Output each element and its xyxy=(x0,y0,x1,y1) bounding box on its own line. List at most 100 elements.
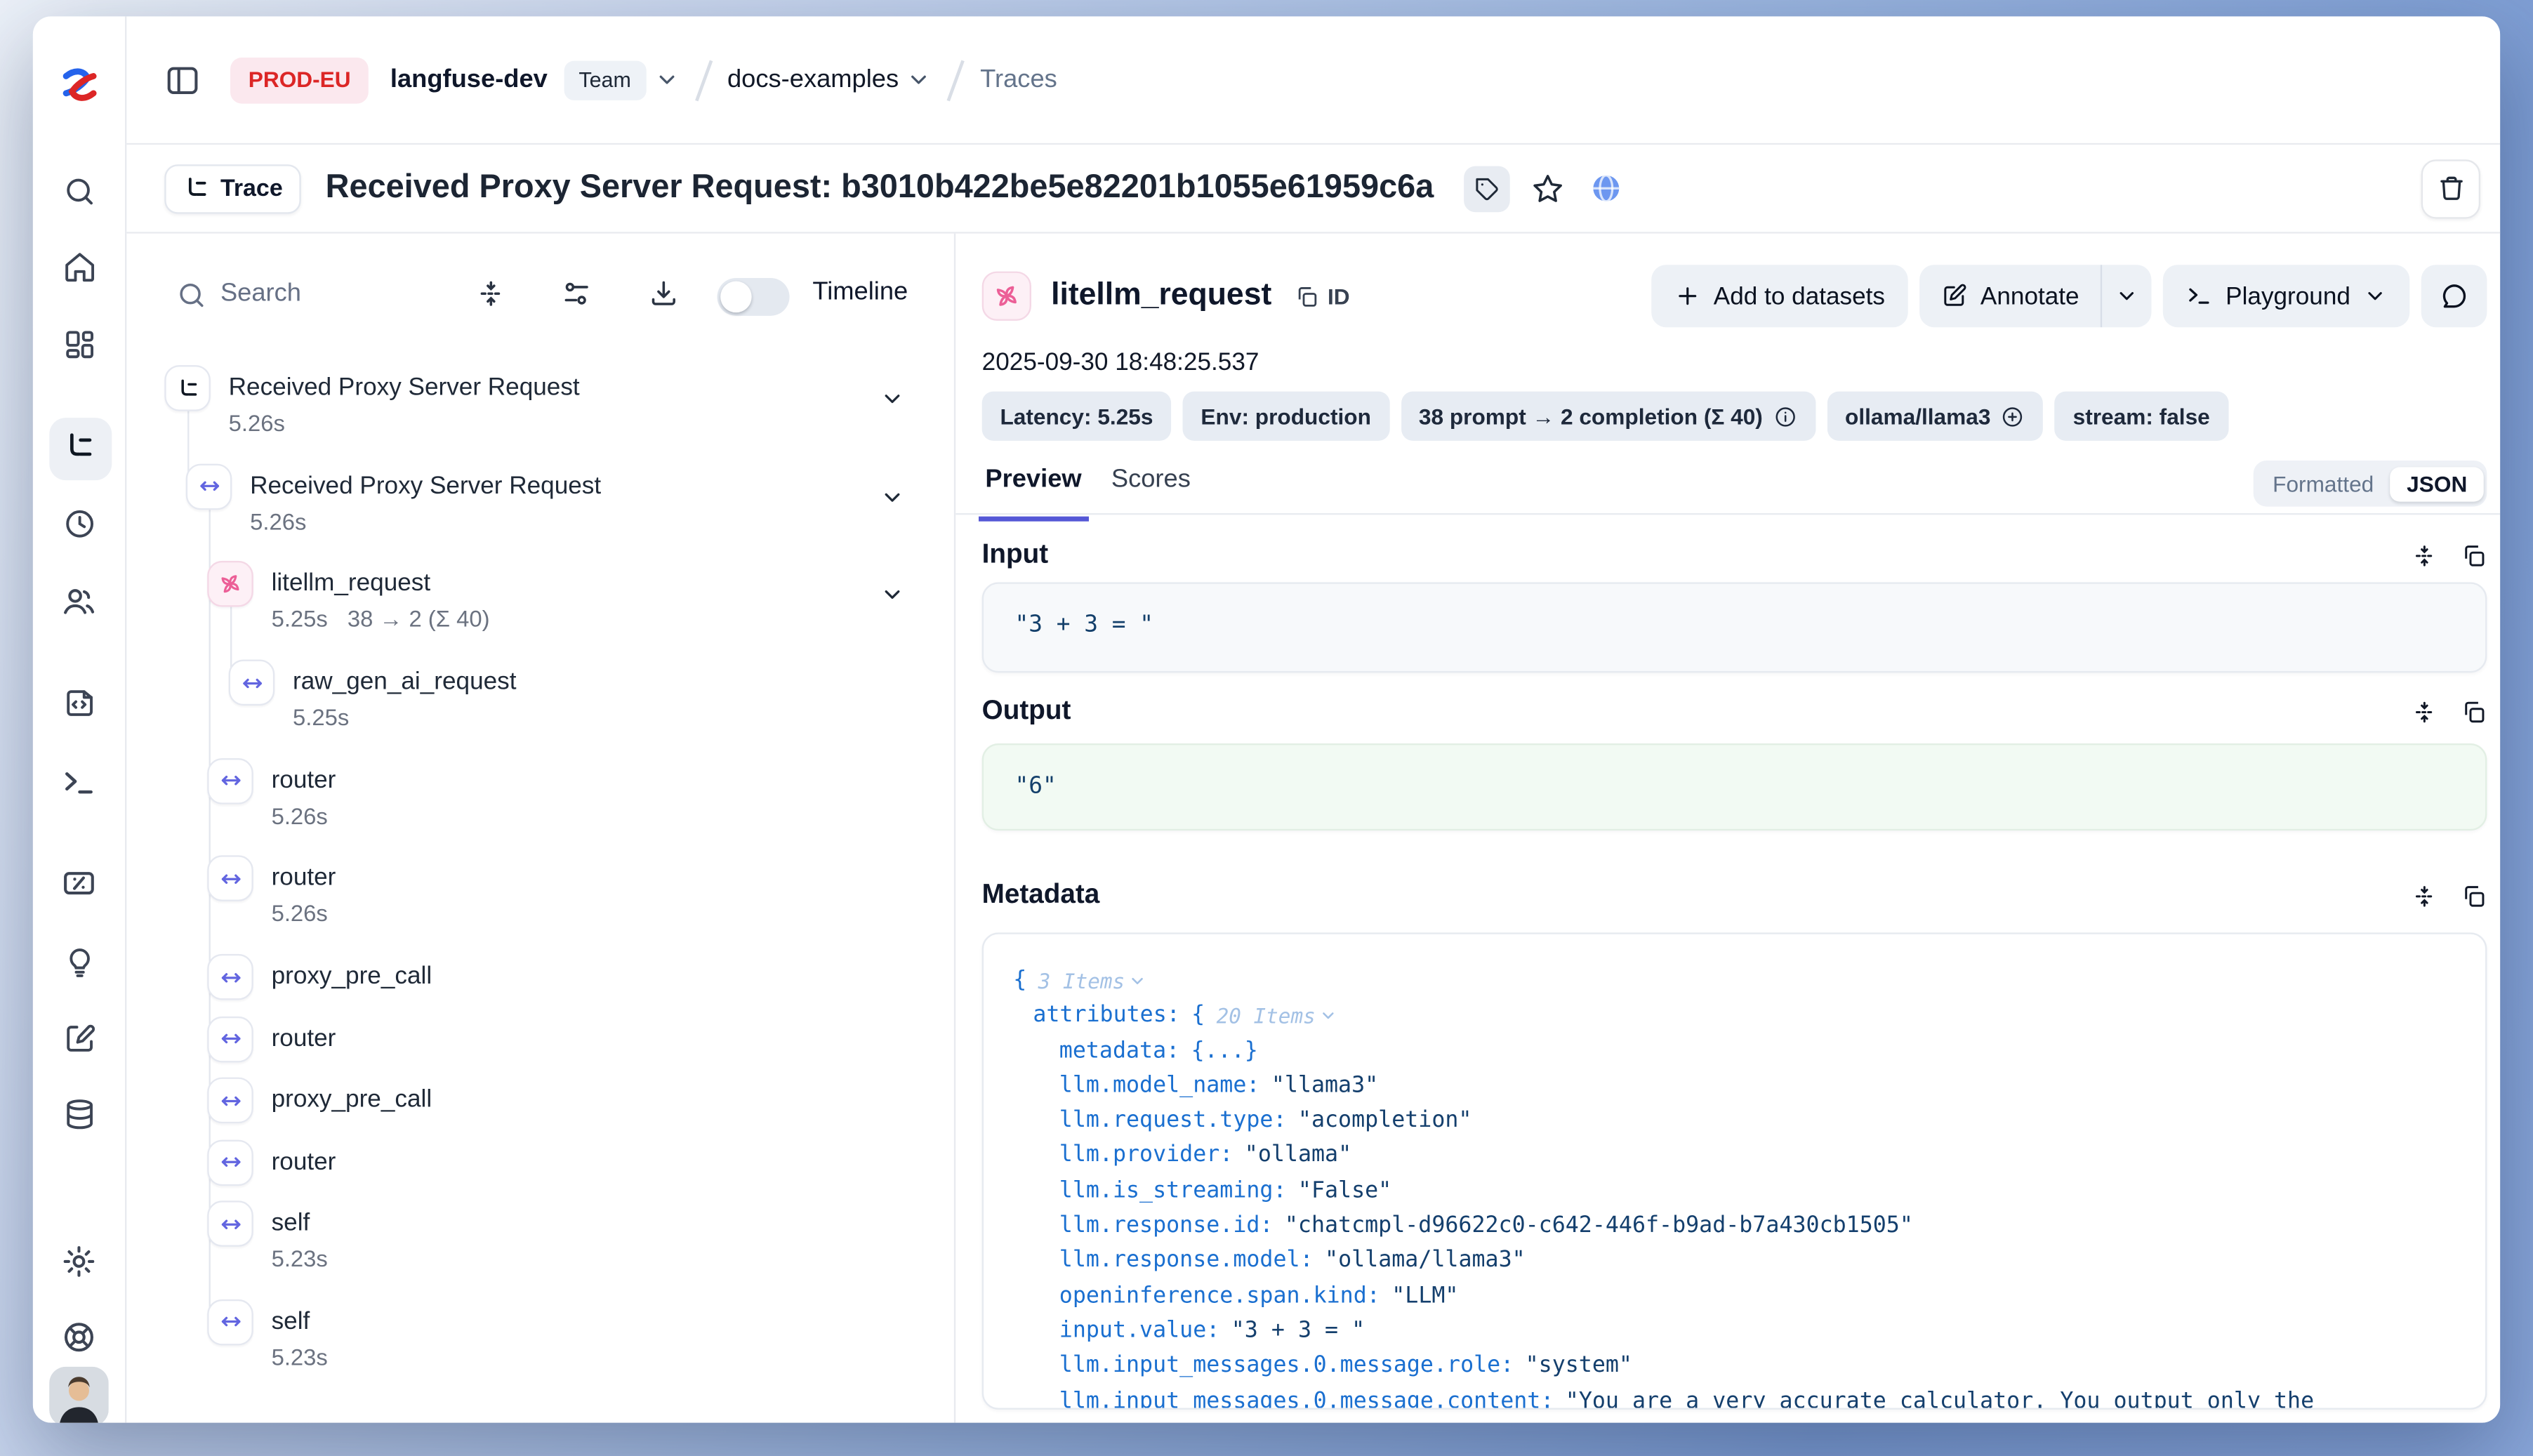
terminal-icon xyxy=(2186,283,2212,309)
json-line: llm.provider:"ollama" xyxy=(1013,1139,2485,1174)
sidebar-annotation-icon[interactable] xyxy=(33,1021,125,1056)
tree-node-span[interactable]: router xyxy=(126,1147,953,1209)
input-section-header: Input xyxy=(982,539,2487,571)
plus-circle-icon xyxy=(2001,404,2025,428)
sidebar-rail xyxy=(33,16,127,1422)
format-option-formatted[interactable]: Formatted xyxy=(2256,466,2390,501)
tree-node-span[interactable]: proxy_pre_call xyxy=(126,962,953,1024)
chevron-down-icon xyxy=(1128,972,1146,991)
annotate-button-group: Annotate xyxy=(1919,265,2151,327)
sidebar-sessions-clock-icon[interactable] xyxy=(33,507,125,541)
span-icon xyxy=(207,1139,253,1186)
sidebar-home-icon[interactable] xyxy=(33,250,125,284)
trace-badge-label: Trace xyxy=(220,176,283,201)
playground-button[interactable]: Playground xyxy=(2163,265,2409,327)
langfuse-app-window: PROD-EU langfuse-dev Team docs-examples … xyxy=(33,16,2500,1422)
json-line[interactable]: { 3 Items xyxy=(1013,964,2485,999)
span-icon xyxy=(207,856,253,902)
tree-node-span[interactable]: self 5.23s xyxy=(126,1307,953,1405)
input-heading: Input xyxy=(982,539,1048,571)
json-line[interactable]: attributes: { 20 Items xyxy=(1013,999,2485,1034)
sidebar-settings-gear-icon[interactable] xyxy=(33,1243,125,1280)
info-icon xyxy=(1773,404,1797,428)
chevron-down-icon[interactable] xyxy=(880,583,904,607)
node-name: router xyxy=(272,1147,336,1175)
tree-node-span[interactable]: router 5.26s xyxy=(126,766,953,864)
tag-button[interactable] xyxy=(1463,165,1509,211)
user-avatar[interactable] xyxy=(33,1367,125,1423)
sidebar-lightbulb-icon[interactable] xyxy=(33,944,125,979)
copy-icon[interactable] xyxy=(2461,542,2487,568)
project-name[interactable]: docs-examples xyxy=(727,65,899,95)
tree-node-span[interactable]: router xyxy=(126,1024,953,1086)
node-name: self xyxy=(272,1307,310,1335)
sidebar-dashboards-icon[interactable] xyxy=(33,327,125,362)
sidebar-datasets-icon[interactable] xyxy=(33,1097,125,1132)
copy-icon[interactable] xyxy=(2461,699,2487,724)
metadata-json-viewer: { 3 Items attributes: { 20 Items metadat… xyxy=(982,932,2487,1409)
sidebar-prompts-icon[interactable] xyxy=(33,686,125,720)
tree-node-trace[interactable]: Received Proxy Server Request 5.26s xyxy=(126,373,953,472)
trace-icon xyxy=(164,365,211,411)
node-name: Received Proxy Server Request xyxy=(250,472,601,500)
stream-badge: stream: false xyxy=(2055,392,2228,441)
format-option-json[interactable]: JSON xyxy=(2390,466,2484,501)
copy-icon[interactable] xyxy=(2461,882,2487,908)
node-name: raw_gen_ai_request xyxy=(293,668,516,696)
sidebar-playground-terminal-icon[interactable] xyxy=(33,765,125,801)
sidebar-toggle-icon[interactable] xyxy=(164,62,201,98)
node-duration: 5.26s xyxy=(250,508,306,534)
tree-node-span[interactable]: raw_gen_ai_request 5.25s xyxy=(126,668,953,766)
app-window-stage: PROD-EU langfuse-dev Team docs-examples … xyxy=(0,0,2533,1456)
collapse-section-icon[interactable] xyxy=(2412,542,2438,568)
tree-node-span[interactable]: self 5.23s xyxy=(126,1209,953,1307)
comments-button[interactable] xyxy=(2421,265,2487,327)
node-name: Received Proxy Server Request xyxy=(229,373,580,402)
org-name[interactable]: langfuse-dev xyxy=(390,65,548,95)
json-line: llm.is_streaming:"False" xyxy=(1013,1174,2485,1209)
node-duration: 5.25s xyxy=(293,704,349,730)
tree-node-span[interactable]: proxy_pre_call xyxy=(126,1086,953,1148)
copy-id-button[interactable]: ID xyxy=(1295,284,1349,308)
plus-icon xyxy=(1674,283,1700,309)
tree-node-span[interactable]: router 5.26s xyxy=(126,864,953,962)
metadata-heading: Metadata xyxy=(982,880,1100,911)
sidebar-search-icon[interactable] xyxy=(33,174,125,209)
sidebar-support-lifebuoy-icon[interactable] xyxy=(33,1319,125,1356)
collapse-section-icon[interactable] xyxy=(2412,699,2438,724)
add-to-datasets-button[interactable]: Add to datasets xyxy=(1651,265,1908,327)
observation-detail-panel: litellm_request ID Add to datasets Annot… xyxy=(954,234,2500,1423)
tab-preview[interactable]: Preview xyxy=(982,459,1085,515)
json-line[interactable]: metadata:{...} xyxy=(1013,1034,2485,1069)
environment-badge: PROD-EU xyxy=(230,57,369,103)
delete-trace-button[interactable] xyxy=(2421,159,2480,218)
chevron-down-icon[interactable] xyxy=(880,484,904,509)
project-chevron-down-icon[interactable] xyxy=(907,67,932,92)
sidebar-users-icon[interactable] xyxy=(33,584,125,621)
input-value-box: "3 + 3 = " xyxy=(982,582,2487,673)
node-duration: 5.26s xyxy=(229,409,285,435)
sidebar-tracing-icon[interactable] xyxy=(33,429,125,463)
chevron-down-icon[interactable] xyxy=(880,387,904,411)
tree-node-span[interactable]: Received Proxy Server Request 5.26s xyxy=(126,472,953,570)
annotate-button[interactable]: Annotate xyxy=(1919,265,2101,327)
json-line: llm.input_messages.0.message.content:"Yo… xyxy=(1013,1384,2485,1410)
pen-square-icon xyxy=(1941,283,1967,309)
sidebar-evals-icon[interactable] xyxy=(33,865,125,901)
org-logo-knot-icon[interactable] xyxy=(33,64,125,105)
tab-scores[interactable]: Scores xyxy=(1108,459,1193,515)
public-globe-icon[interactable] xyxy=(1585,167,1628,210)
collapse-section-icon[interactable] xyxy=(2412,882,2438,908)
span-icon xyxy=(207,1201,253,1247)
json-line: llm.input_messages.0.message.role:"syste… xyxy=(1013,1349,2485,1384)
breadcrumb-section[interactable]: Traces xyxy=(980,65,1057,95)
tree-node-generation-selected[interactable]: litellm_request 5.25s38 → 2 (Σ 40) xyxy=(126,570,953,668)
observation-tree-panel: Timeline Received Proxy Server Request 5… xyxy=(126,234,953,1423)
trace-type-badge[interactable]: Trace xyxy=(164,164,300,213)
model-badge[interactable]: ollama/llama3 xyxy=(1827,392,2043,441)
star-bookmark-icon[interactable] xyxy=(1526,167,1569,210)
preview-content: Input "3 + 3 = " Output "6" Metadata xyxy=(982,515,2487,1422)
node-duration: 5.23s xyxy=(272,1245,328,1271)
org-chevron-down-icon[interactable] xyxy=(654,67,679,92)
annotate-dropdown-chevron[interactable] xyxy=(2102,265,2151,327)
